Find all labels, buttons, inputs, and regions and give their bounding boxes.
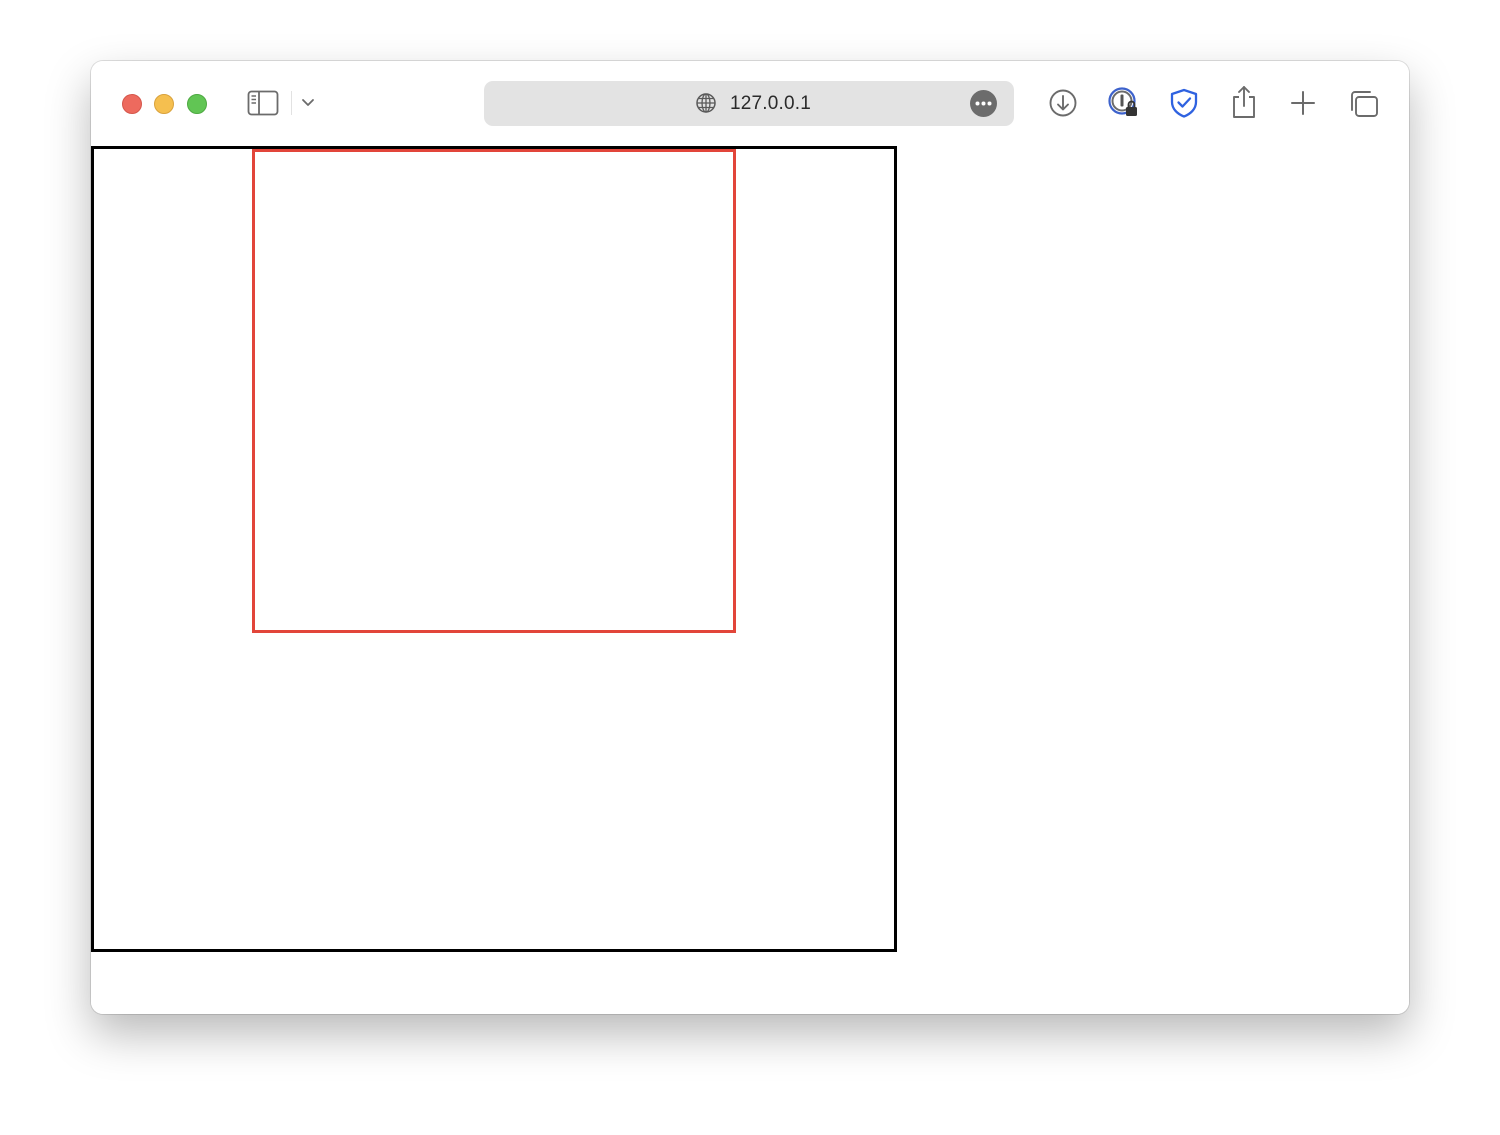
maximize-window-button[interactable]	[187, 94, 207, 114]
url-text[interactable]: 127.0.0.1	[730, 93, 811, 115]
sidebar-toggle-button[interactable]	[246, 89, 280, 117]
tab-overview-button[interactable]	[1347, 87, 1381, 121]
page-content	[91, 145, 1409, 1014]
sidebar-menu-button[interactable]	[298, 93, 318, 113]
shield-check-icon	[1170, 88, 1198, 118]
plus-icon	[1291, 91, 1315, 115]
browser-window: 127.0.0.1	[91, 61, 1409, 1014]
downloads-button[interactable]	[1047, 87, 1079, 119]
toolbar-separator	[291, 91, 292, 115]
chevron-down-icon	[302, 99, 314, 106]
download-icon	[1049, 89, 1077, 117]
browser-toolbar: 127.0.0.1	[91, 61, 1409, 145]
inner-red-box	[252, 149, 736, 633]
privacy-shield-button[interactable]	[1167, 86, 1201, 120]
tabs-overview-icon	[1351, 91, 1378, 117]
more-icon	[975, 101, 992, 106]
new-tab-button[interactable]	[1287, 87, 1319, 119]
share-button[interactable]	[1227, 83, 1261, 121]
minimize-window-button[interactable]	[154, 94, 174, 114]
close-window-button[interactable]	[122, 94, 142, 114]
sidebar-icon	[247, 90, 279, 116]
share-icon	[1233, 86, 1255, 118]
password-manager-button[interactable]	[1107, 86, 1141, 120]
page-options-button[interactable]	[970, 90, 997, 117]
password-manager-icon	[1108, 87, 1137, 116]
globe-icon	[696, 93, 716, 113]
address-bar[interactable]: 127.0.0.1	[484, 81, 1014, 126]
